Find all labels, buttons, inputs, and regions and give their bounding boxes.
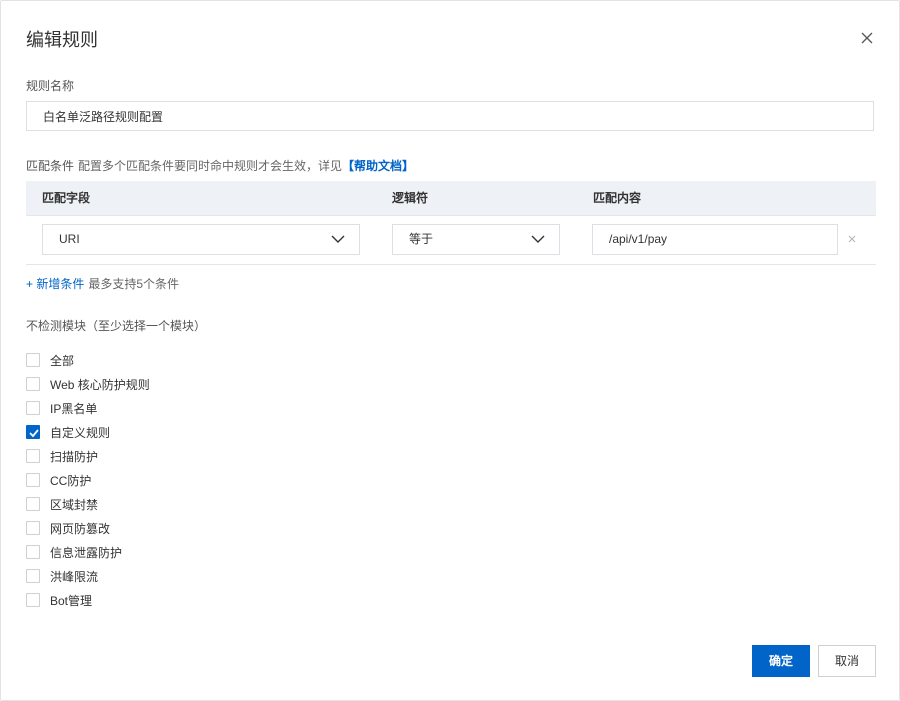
rule-name-label: 规则名称 xyxy=(26,79,75,93)
confirm-button[interactable]: 确定 xyxy=(752,645,810,677)
modules-title: 不检测模块（至少选择一个模块） xyxy=(26,319,207,333)
dialog-title: 编辑规则 xyxy=(26,30,98,50)
conditions-table-header: 匹配字段 逻辑符 匹配内容 xyxy=(26,181,876,216)
column-header-content: 匹配内容 xyxy=(593,191,642,205)
check-icon xyxy=(29,429,39,438)
module-checkbox-item[interactable]: Web 核心防护规则 xyxy=(26,372,150,396)
conditions-hint: 配置多个匹配条件要同时命中规则才会生效，详见 xyxy=(78,159,343,173)
module-checkbox-item[interactable]: IP黑名单 xyxy=(26,396,150,420)
checkbox[interactable] xyxy=(26,449,40,463)
module-label: CC防护 xyxy=(50,473,92,488)
delete-row-icon[interactable] xyxy=(846,232,858,244)
checkbox[interactable] xyxy=(26,377,40,391)
module-label: 洪峰限流 xyxy=(50,569,99,584)
module-checkbox-item[interactable]: 信息泄露防护 xyxy=(26,540,150,564)
rule-name-input[interactable]: 白名单泛路径规则配置 xyxy=(26,101,874,131)
help-doc-link[interactable]: 【帮助文档】 xyxy=(342,159,414,173)
add-condition-tip: 最多支持5个条件 xyxy=(88,277,180,291)
cancel-button[interactable]: 取消 xyxy=(818,645,876,677)
close-icon[interactable] xyxy=(858,29,876,47)
checkbox[interactable] xyxy=(26,353,40,367)
checkbox[interactable] xyxy=(26,593,40,607)
module-checkbox-item[interactable]: 自定义规则 xyxy=(26,420,150,444)
module-checkbox-item[interactable]: 区域封禁 xyxy=(26,492,150,516)
table-row: URI 等于 /api/v1/pay xyxy=(26,215,876,265)
column-header-field: 匹配字段 xyxy=(42,191,91,205)
operator-value: 等于 xyxy=(409,232,434,246)
checkbox[interactable] xyxy=(26,497,40,511)
module-label: Bot管理 xyxy=(50,593,93,608)
add-condition-link[interactable]: + 新增条件 xyxy=(26,277,84,291)
module-checkbox-item[interactable]: 扫描防护 xyxy=(26,444,150,468)
module-label: 全部 xyxy=(50,353,75,368)
edit-rule-dialog: 编辑规则 规则名称 白名单泛路径规则配置 匹配条件 配置多个匹配条件要同时命中规则… xyxy=(0,0,900,701)
checkbox[interactable] xyxy=(26,521,40,535)
chevron-down-icon xyxy=(331,235,345,243)
module-label: 区域封禁 xyxy=(50,497,99,512)
module-label: 自定义规则 xyxy=(50,425,111,440)
checkbox-checked[interactable] xyxy=(26,425,40,439)
checkbox[interactable] xyxy=(26,545,40,559)
module-checkbox-item[interactable]: Bot管理 xyxy=(26,588,150,612)
module-label: 扫描防护 xyxy=(50,449,99,464)
module-checkbox-item[interactable]: 全部 xyxy=(26,348,150,372)
match-field-value: URI xyxy=(59,232,80,246)
module-label: IP黑名单 xyxy=(50,401,98,416)
module-checkbox-item[interactable]: CC防护 xyxy=(26,468,150,492)
operator-select[interactable]: 等于 xyxy=(392,224,560,255)
module-label: 信息泄露防护 xyxy=(50,545,123,560)
column-header-operator: 逻辑符 xyxy=(392,191,429,205)
modules-checkbox-list: 全部 Web 核心防护规则 IP黑名单自定义规则扫描防护 CC防护区域封禁网页防篡改信… xyxy=(26,348,150,612)
add-condition-line: + 新增条件 最多支持5个条件 xyxy=(26,276,179,292)
match-content-input[interactable]: /api/v1/pay xyxy=(592,224,838,255)
module-label: Web 核心防护规则 xyxy=(50,377,150,392)
checkbox[interactable] xyxy=(26,401,40,415)
checkbox[interactable] xyxy=(26,569,40,583)
checkbox[interactable] xyxy=(26,473,40,487)
module-label: 网页防篡改 xyxy=(50,521,111,536)
module-checkbox-item[interactable]: 洪峰限流 xyxy=(26,564,150,588)
conditions-header: 匹配条件 配置多个匹配条件要同时命中规则才会生效，详见【帮助文档】 xyxy=(26,158,414,174)
chevron-down-icon xyxy=(531,235,545,243)
module-checkbox-item[interactable]: 网页防篡改 xyxy=(26,516,150,540)
match-field-select[interactable]: URI xyxy=(42,224,360,255)
conditions-label: 匹配条件 xyxy=(26,159,75,173)
